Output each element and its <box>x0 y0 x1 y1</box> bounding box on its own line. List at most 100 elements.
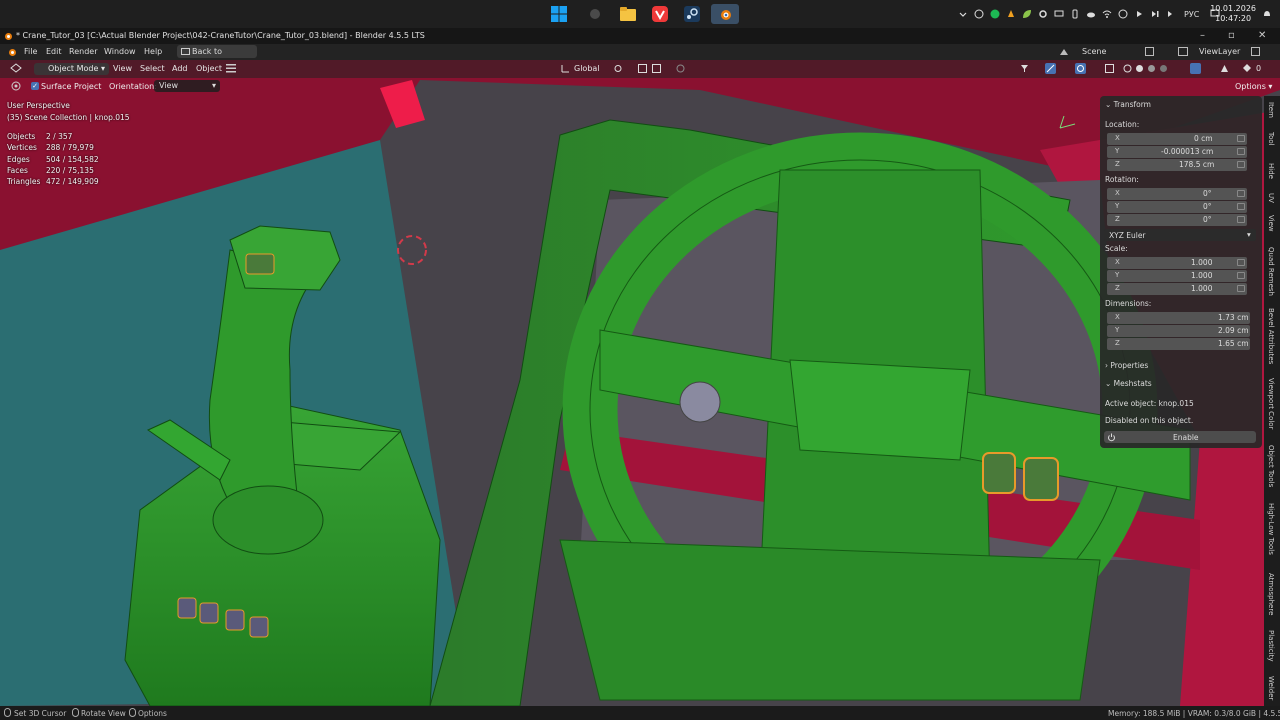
rotation-z-field[interactable] <box>1107 214 1247 226</box>
tab-uv[interactable]: UV <box>1267 193 1275 203</box>
phone-icon[interactable] <box>1070 9 1080 19</box>
mode-dropdown[interactable]: Object Mode ▾ <box>34 63 109 75</box>
menu-help[interactable]: Help <box>144 47 162 56</box>
close-icon[interactable]: ✕ <box>1258 30 1266 41</box>
transform-panel-header[interactable]: ⌄ Transform <box>1105 100 1151 109</box>
solid-shading-icon[interactable] <box>1135 64 1144 73</box>
editor-type-icon[interactable] <box>9 63 23 73</box>
tab-atmosphere[interactable]: Atmosphere <box>1267 573 1275 615</box>
tool-gear-icon[interactable] <box>9 80 23 92</box>
chevron-up-icon[interactable] <box>958 9 968 19</box>
header-menu-object[interactable]: Object <box>196 64 222 73</box>
menu-render[interactable]: Render <box>69 47 97 56</box>
scale-y-field[interactable] <box>1107 270 1247 282</box>
viewport-scene[interactable] <box>0 60 1280 706</box>
tab-plasticity[interactable]: Plasticity <box>1267 630 1275 661</box>
location-x-field[interactable] <box>1107 133 1247 145</box>
skip-icon[interactable] <box>1166 9 1176 19</box>
proportional-edit-icon[interactable] <box>676 64 685 73</box>
spotify-icon[interactable] <box>974 9 984 19</box>
scale-x-field[interactable] <box>1107 257 1247 269</box>
xray-toggle-icon[interactable] <box>1105 64 1114 73</box>
menu-window[interactable]: Window <box>104 47 136 56</box>
blender-menu-icon[interactable] <box>7 47 17 57</box>
windows-start-icon[interactable] <box>548 4 570 24</box>
input-language[interactable]: РУС <box>1184 10 1199 19</box>
leaf-icon[interactable] <box>1022 9 1032 19</box>
rotation-y-field[interactable] <box>1107 201 1247 213</box>
minimize-icon[interactable]: – <box>1200 30 1205 41</box>
3d-viewport[interactable] <box>0 60 1280 706</box>
addon-icon[interactable] <box>1220 64 1229 73</box>
tab-welder[interactable]: Welder <box>1267 676 1275 700</box>
next-track-icon[interactable] <box>1150 9 1160 19</box>
menu-edit[interactable]: Edit <box>46 47 62 56</box>
scene-icon[interactable] <box>1059 47 1069 57</box>
gizmo-toggle-icon[interactable] <box>1045 63 1056 74</box>
options-dropdown[interactable]: Options ▾ <box>1235 82 1272 91</box>
tab-quad-remesh[interactable]: Quad Remesh <box>1267 247 1275 296</box>
select-filter-icon[interactable] <box>1020 64 1029 73</box>
file-explorer-icon[interactable] <box>617 4 639 24</box>
notification-bell-icon[interactable] <box>1262 9 1272 19</box>
scene-name[interactable]: Scene <box>1082 47 1106 56</box>
cloud-icon[interactable] <box>1086 9 1096 19</box>
lock-icon[interactable] <box>1237 259 1245 266</box>
blender-taskbar-icon[interactable] <box>711 4 739 24</box>
tab-object-tools[interactable]: Object Tools <box>1267 445 1275 487</box>
header-menu-add[interactable]: Add <box>172 64 188 73</box>
menu-file[interactable]: File <box>24 47 37 56</box>
keyframe-icon[interactable] <box>1243 64 1251 72</box>
camera-view-icon[interactable] <box>1190 63 1201 74</box>
lock-icon[interactable] <box>1237 161 1245 168</box>
tab-hide[interactable]: Hide <box>1267 163 1275 179</box>
system-clock[interactable]: 10.01.2026 10:47:20 <box>1210 4 1256 24</box>
wifi-icon[interactable] <box>1102 9 1112 19</box>
lock-icon[interactable] <box>1237 203 1245 210</box>
view-layer-icon[interactable] <box>1178 47 1188 56</box>
surface-project-checkbox[interactable]: ✓ <box>31 82 39 90</box>
tab-high-low-tools[interactable]: High-Low Tools <box>1267 503 1275 555</box>
lock-icon[interactable] <box>1237 272 1245 279</box>
orientation-dropdown[interactable]: View ▾ <box>154 80 220 92</box>
rotation-x-field[interactable] <box>1107 188 1247 200</box>
overlay-toggle-icon[interactable] <box>1075 63 1086 74</box>
circle-app-icon[interactable] <box>584 4 606 24</box>
lock-icon[interactable] <box>1237 148 1245 155</box>
media-back-icon[interactable] <box>1118 9 1128 19</box>
vivaldi-browser-icon[interactable] <box>649 4 671 24</box>
tab-tool[interactable]: Tool <box>1267 132 1275 146</box>
properties-panel-header[interactable]: › Properties <box>1105 361 1148 370</box>
monitor-icon[interactable] <box>1054 9 1064 19</box>
lock-icon[interactable] <box>1237 285 1245 292</box>
wireframe-shading-icon[interactable] <box>1123 64 1132 73</box>
lock-icon[interactable] <box>1237 135 1245 142</box>
steam-icon[interactable] <box>681 4 703 24</box>
scale-z-field[interactable] <box>1107 283 1247 295</box>
maximize-icon[interactable]: ▫ <box>1228 30 1235 41</box>
new-view-layer-icon[interactable] <box>1251 47 1260 56</box>
header-menu-select[interactable]: Select <box>140 64 165 73</box>
lock-icon[interactable] <box>1237 216 1245 223</box>
snap-target-icon[interactable] <box>652 64 661 73</box>
material-shading-icon[interactable] <box>1147 64 1156 73</box>
meshstats-panel-header[interactable]: ⌄ Meshstats <box>1105 379 1152 388</box>
tab-bevel-attributes[interactable]: Bevel Attributes <box>1267 308 1275 364</box>
rendered-shading-icon[interactable] <box>1159 64 1168 73</box>
settings-icon[interactable] <box>1038 9 1048 19</box>
play-icon[interactable] <box>1134 9 1144 19</box>
lock-icon[interactable] <box>1237 190 1245 197</box>
tab-viewport-color[interactable]: Viewport Color <box>1267 378 1275 429</box>
hamburger-icon[interactable] <box>226 64 236 73</box>
transform-orientation-dropdown[interactable]: Global <box>574 64 600 73</box>
green-app-icon[interactable] <box>990 9 1000 19</box>
snap-icon[interactable] <box>638 64 647 73</box>
pivot-icon[interactable] <box>614 64 626 73</box>
view-layer-name[interactable]: ViewLayer <box>1199 47 1240 56</box>
new-scene-icon[interactable] <box>1145 47 1154 56</box>
tray-app-icon[interactable] <box>1006 9 1016 19</box>
tab-view[interactable]: View <box>1267 215 1275 232</box>
location-z-field[interactable] <box>1107 159 1247 171</box>
tab-item[interactable]: Item <box>1267 102 1275 118</box>
header-menu-view[interactable]: View <box>113 64 132 73</box>
